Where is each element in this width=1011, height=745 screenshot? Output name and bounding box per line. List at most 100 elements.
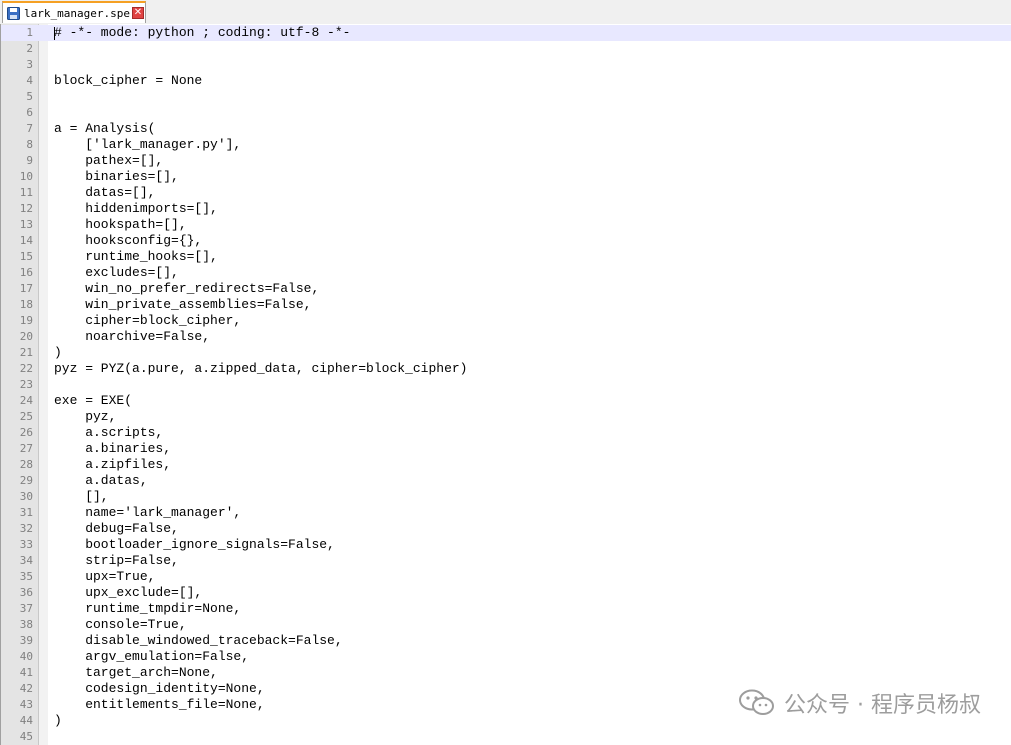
line-number: 29 [19,474,33,487]
code-line[interactable]: 9 pathex=[], [1,153,1011,169]
code-text: target_arch=None, [54,665,218,680]
code-text: ) [54,713,62,728]
line-number: 43 [19,698,33,711]
code-line[interactable]: 12 hiddenimports=[], [1,201,1011,217]
code-text: binaries=[], [54,169,179,184]
code-line[interactable]: 14 hooksconfig={}, [1,233,1011,249]
line-number: 10 [19,170,33,183]
code-line[interactable]: 27 a.binaries, [1,441,1011,457]
code-line[interactable]: 38 console=True, [1,617,1011,633]
code-line[interactable]: 10 binaries=[], [1,169,1011,185]
watermark-text: 公众号 · 程序员杨叔 [784,693,981,718]
code-line[interactable]: 25 pyz, [1,409,1011,425]
line-number: 8 [26,138,33,151]
code-line[interactable]: 4 block_cipher = None [1,73,1011,89]
code-line[interactable]: 34 strip=False, [1,553,1011,569]
code-text: hiddenimports=[], [54,201,218,216]
line-number: 37 [19,602,33,615]
code-text: excludes=[], [54,265,179,280]
code-line[interactable]: 1 # -*- mode: python ; coding: utf-8 -*- [1,25,1011,41]
wechat-icon [739,689,775,715]
code-text: hooksconfig={}, [54,233,203,248]
code-line[interactable]: 16 excludes=[], [1,265,1011,281]
save-icon [7,6,20,20]
line-number: 18 [19,298,33,311]
line-number: 7 [26,122,33,135]
code-text: upx=True, [54,569,156,584]
code-text: entitlements_file=None, [54,697,265,712]
code-line[interactable]: 7 a = Analysis( [1,121,1011,137]
code-text: bootloader_ignore_signals=False, [54,537,335,552]
code-line[interactable]: 20 noarchive=False, [1,329,1011,345]
line-number: 36 [19,586,33,599]
code-editor[interactable]: 1 # -*- mode: python ; coding: utf-8 -*- 2… [0,24,1011,745]
code-line[interactable]: 21) [1,345,1011,361]
code-line[interactable]: 32 debug=False, [1,521,1011,537]
code-line[interactable]: 18 win_private_assemblies=False, [1,297,1011,313]
line-number: 32 [19,522,33,535]
code-line[interactable]: 2 [1,41,1011,57]
code-line[interactable]: 41 target_arch=None, [1,665,1011,681]
code-text: # -*- mode: python ; coding: utf-8 -*- [54,25,351,40]
line-number: 1 [26,26,33,39]
code-line[interactable]: 22 pyz = PYZ(a.pure, a.zipped_data, ciphe… [1,361,1011,377]
line-number: 15 [19,250,33,263]
code-line[interactable]: 30 [], [1,489,1011,505]
line-number: 40 [19,650,33,663]
code-line[interactable]: 28 a.zipfiles, [1,457,1011,473]
code-text: disable_windowed_traceback=False, [54,633,343,648]
code-text: debug=False, [54,521,179,536]
code-line[interactable]: 13 hookspath=[], [1,217,1011,233]
tab-lark-manager-spec[interactable]: lark_manager.spec ✕ [2,1,146,23]
code-text: ['lark_manager.py'], [54,137,242,152]
code-text: strip=False, [54,553,179,568]
code-line[interactable]: 15 runtime_hooks=[], [1,249,1011,265]
code-line[interactable]: 17 win_no_prefer_redirects=False, [1,281,1011,297]
line-number: 24 [19,394,33,407]
line-number: 20 [19,330,33,343]
code-line[interactable]: 6 [1,105,1011,121]
close-icon[interactable]: ✕ [132,7,144,19]
code-line[interactable]: 29 a.datas, [1,473,1011,489]
line-number: 34 [19,554,33,567]
line-number: 35 [19,570,33,583]
code-line[interactable]: 39 disable_windowed_traceback=False, [1,633,1011,649]
editor-window: lark_manager.spec ✕ 1 # -*- mode: python … [0,0,1011,745]
code-line[interactable]: 24 exe = EXE( [1,393,1011,409]
line-number: 5 [26,90,33,103]
code-text: runtime_hooks=[], [54,249,218,264]
code-text: a.datas, [54,473,148,488]
line-number: 17 [19,282,33,295]
code-line[interactable]: 5 [1,89,1011,105]
line-number: 31 [19,506,33,519]
code-line[interactable]: 26 a.scripts, [1,425,1011,441]
line-number: 25 [19,410,33,423]
code-text: a.zipfiles, [54,457,172,472]
line-number: 23 [19,378,33,391]
code-line[interactable]: 45 [1,729,1011,745]
code-line[interactable]: 37 runtime_tmpdir=None, [1,601,1011,617]
code-line[interactable]: 19 cipher=block_cipher, [1,313,1011,329]
line-number: 6 [26,106,33,119]
code-line[interactable]: 33 bootloader_ignore_signals=False, [1,537,1011,553]
code-line[interactable]: 31 name='lark_manager', [1,505,1011,521]
code-text: noarchive=False, [54,329,211,344]
code-text: exe = EXE( [54,393,133,408]
code-text: win_no_prefer_redirects=False, [54,281,320,296]
code-line[interactable]: 3 [1,57,1011,73]
code-line[interactable]: 35 upx=True, [1,569,1011,585]
line-number: 28 [19,458,33,471]
code-line[interactable]: 36 upx_exclude=[], [1,585,1011,601]
code-line[interactable]: 23 [1,377,1011,393]
code-line[interactable]: 40 argv_emulation=False, [1,649,1011,665]
text-cursor [54,27,55,40]
line-number: 38 [19,618,33,631]
code-line[interactable]: 11 datas=[], [1,185,1011,201]
line-number: 39 [19,634,33,647]
line-number: 16 [19,266,33,279]
code-text: hookspath=[], [54,217,187,232]
code-text: datas=[], [54,185,156,200]
code-text: argv_emulation=False, [54,649,250,664]
code-line[interactable]: 8 ['lark_manager.py'], [1,137,1011,153]
code-text: console=True, [54,617,187,632]
